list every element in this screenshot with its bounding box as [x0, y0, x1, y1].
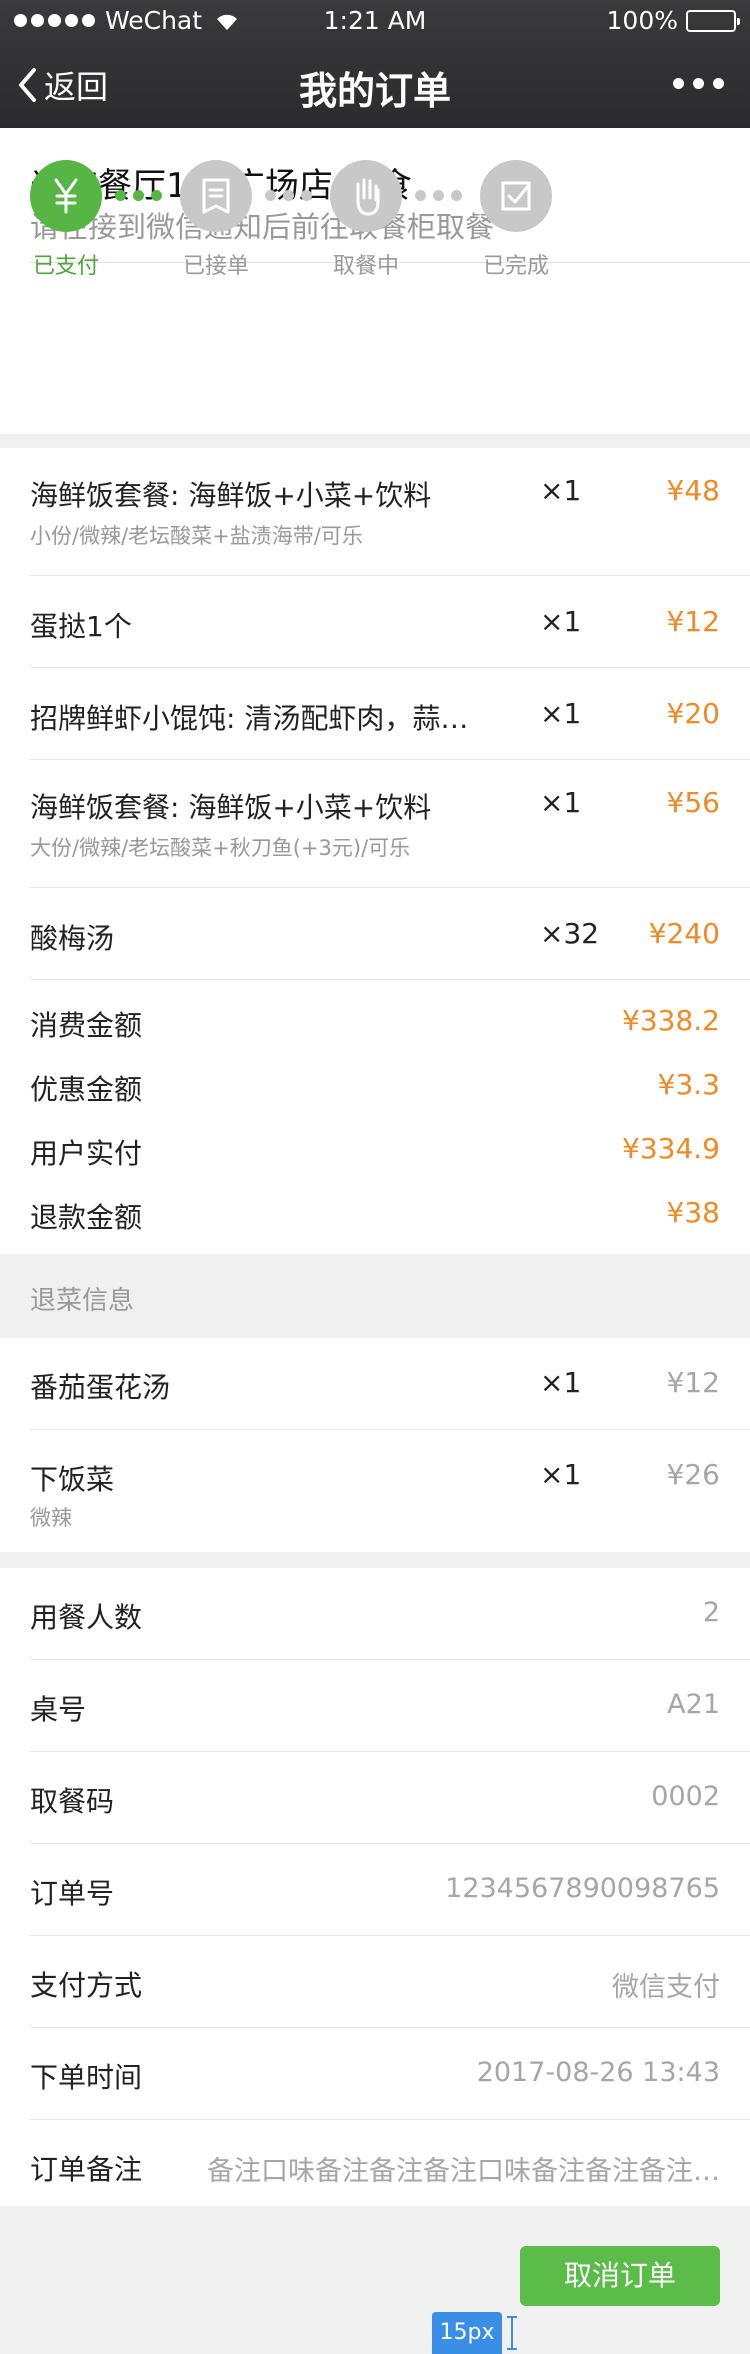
- summary-value: ¥3.3: [657, 1068, 720, 1101]
- info-row-table: 桌号 A21: [0, 1660, 750, 1752]
- check-icon: [480, 160, 552, 232]
- summary-value: ¥334.9: [622, 1132, 720, 1165]
- info-value: 2017-08-26 13:43: [476, 2057, 720, 2088]
- item-name: 蛋挞1个: [30, 610, 132, 643]
- progress-connector: [115, 190, 162, 201]
- item-options: 小份/微辣/老坛酸菜+盐渍海带/可乐: [30, 524, 363, 548]
- progress-connector: [415, 190, 462, 201]
- page-title: 我的订单: [298, 69, 451, 113]
- info-row-remarks: 订单备注 备注口味备注备注备注口味备注备注备注…: [0, 2120, 750, 2212]
- item-qty: ×1: [540, 474, 582, 507]
- list-item: 下饭菜 微辣 ×1 ¥26: [0, 1430, 750, 1552]
- summary-label: 退款金额: [30, 1201, 143, 1234]
- step-pickup-label: 取餐中: [332, 254, 399, 279]
- summary-label: 消费金额: [30, 1009, 143, 1042]
- info-row-diners: 用餐人数 2: [0, 1568, 750, 1660]
- item-name: 海鲜饭套餐: 海鲜饭+小菜+饮料: [30, 791, 432, 824]
- refund-items: 番茄蛋花汤 ×1 ¥12 下饭菜 微辣 ×1 ¥26: [0, 1338, 750, 1552]
- receipt-icon: [180, 160, 252, 232]
- nav-bar: 返回 我的订单: [0, 40, 750, 128]
- info-value: 微信支付: [612, 1972, 720, 2003]
- item-name: 酸梅汤: [30, 922, 115, 955]
- battery-status: 100%: [606, 6, 740, 35]
- step-done-label: 已完成: [482, 254, 549, 279]
- cancel-order-button[interactable]: 取消订单: [520, 2246, 720, 2306]
- top-bar: WeChat 1:21 AM 100% 返回 我的订单: [0, 0, 750, 128]
- item-qty: ×1: [540, 1366, 582, 1399]
- more-menu-button[interactable]: [673, 78, 724, 89]
- list-item: 蛋挞1个 ×1 ¥12: [0, 576, 750, 668]
- info-label: 订单号: [30, 1877, 115, 1910]
- info-label: 取餐码: [30, 1785, 115, 1818]
- info-value: A21: [667, 1689, 720, 1720]
- order-items: 海鲜饭套餐: 海鲜饭+小菜+饮料 小份/微辣/老坛酸菜+盐渍海带/可乐 ×1 ¥…: [0, 448, 750, 1254]
- item-price: ¥26: [666, 1458, 720, 1491]
- list-item: 海鲜饭套餐: 海鲜饭+小菜+饮料 大份/微辣/老坛酸菜+秋刀鱼(+3元)/可乐 …: [0, 760, 750, 888]
- progress-connector: [265, 190, 312, 201]
- info-label: 用餐人数: [30, 1601, 143, 1634]
- item-name: 海鲜饭套餐: 海鲜饭+小菜+饮料: [30, 479, 432, 512]
- yuan-icon: [30, 160, 102, 232]
- summary-row: 优惠金额 ¥3.3: [0, 1052, 750, 1116]
- measure-label: 15px: [432, 2312, 502, 2354]
- item-qty: ×1: [540, 1458, 582, 1491]
- summary-row: 消费金额 ¥338.2: [0, 988, 750, 1052]
- item-qty: ×1: [540, 786, 582, 819]
- item-options: 大份/微辣/老坛酸菜+秋刀鱼(+3元)/可乐: [30, 836, 411, 860]
- item-name: 下饭菜: [30, 1463, 115, 1496]
- summary-label: 优惠金额: [30, 1073, 143, 1106]
- more-dot-icon: [713, 78, 724, 89]
- summary-row: 退款金额 ¥38: [0, 1180, 750, 1244]
- list-item: 海鲜饭套餐: 海鲜饭+小菜+饮料 小份/微辣/老坛酸菜+盐渍海带/可乐 ×1 ¥…: [0, 448, 750, 576]
- info-label: 下单时间: [30, 2061, 143, 2094]
- item-name: 番茄蛋花汤: [30, 1371, 171, 1404]
- info-value: 2: [702, 1597, 720, 1628]
- info-value: 备注口味备注备注备注口味备注备注备注…: [207, 2156, 720, 2187]
- summary-label: 用户实付: [30, 1137, 143, 1170]
- info-label: 支付方式: [30, 1969, 143, 2002]
- battery-percent: 100%: [606, 6, 678, 35]
- text-cursor-icon: [506, 2316, 518, 2350]
- summary-row: 用户实付 ¥334.9: [0, 1116, 750, 1180]
- item-qty: ×32: [540, 917, 600, 950]
- more-dot-icon: [693, 78, 704, 89]
- item-qty: ×1: [540, 697, 582, 730]
- order-info: 用餐人数 2 桌号 A21 取餐码 0002 订单号 1234567890098…: [0, 1568, 750, 2206]
- item-options: 微辣: [30, 1506, 72, 1530]
- item-price: ¥56: [666, 786, 720, 819]
- refund-section-header: 退菜信息: [0, 1254, 750, 1338]
- item-qty: ×1: [540, 605, 582, 638]
- info-row-order-number: 订单号 1234567890098765: [0, 1844, 750, 1936]
- summary-value: ¥38: [666, 1196, 720, 1229]
- info-row-pickup-code: 取餐码 0002: [0, 1752, 750, 1844]
- summary-value: ¥338.2: [622, 1004, 720, 1037]
- info-label: 桌号: [30, 1693, 87, 1726]
- item-price: ¥48: [666, 474, 720, 507]
- item-price: ¥12: [666, 1366, 720, 1399]
- info-row-payment: 支付方式 微信支付: [0, 1936, 750, 2028]
- info-value: 0002: [651, 1781, 720, 1812]
- list-item: 番茄蛋花汤 ×1 ¥12: [0, 1338, 750, 1430]
- item-price: ¥12: [666, 605, 720, 638]
- step-paid-label: 已支付: [32, 254, 99, 279]
- hand-icon: [330, 160, 402, 232]
- info-row-order-time: 下单时间 2017-08-26 13:43: [0, 2028, 750, 2120]
- more-dot-icon: [673, 78, 684, 89]
- step-accepted-label: 已接单: [182, 254, 249, 279]
- status-bar: WeChat 1:21 AM 100%: [0, 0, 750, 40]
- info-label: 订单备注: [30, 2153, 143, 2186]
- battery-icon: [686, 9, 740, 32]
- item-price: ¥20: [666, 697, 720, 730]
- item-price: ¥240: [648, 917, 720, 950]
- section-title: 退菜信息: [30, 1286, 135, 1316]
- list-item: 酸梅汤 ×32 ¥240: [0, 888, 750, 980]
- list-item: 招牌鲜虾小馄饨: 清汤配虾肉，蒜… ×1 ¥20: [0, 668, 750, 760]
- info-value: 1234567890098765: [445, 1873, 720, 1904]
- item-name: 招牌鲜虾小馄饨: 清汤配虾肉，蒜…: [30, 702, 469, 735]
